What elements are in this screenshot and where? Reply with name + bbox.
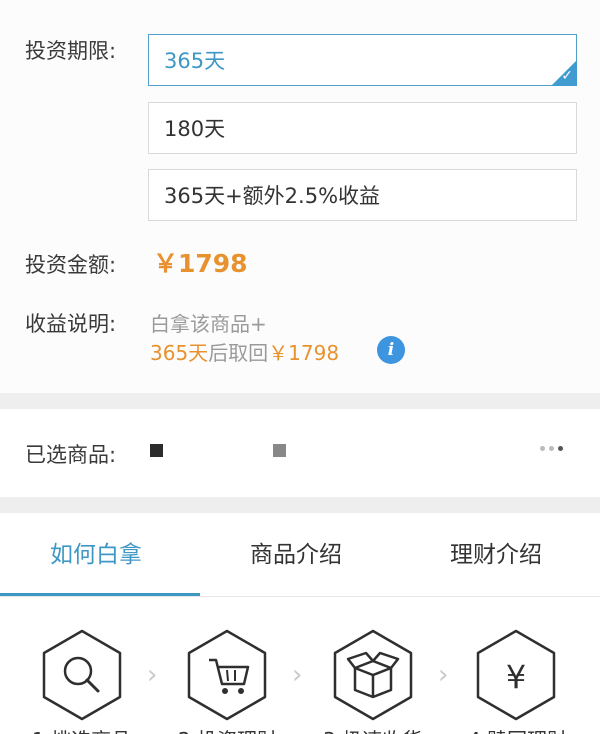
term-option-365-bonus-text: 365天+额外2.5%收益 bbox=[164, 184, 381, 208]
section-divider bbox=[0, 393, 600, 409]
investment-form: 投资期限: 365天 ✓ 180天 365天+额外2.5%收益 投资金额: ￥1… bbox=[0, 0, 600, 393]
note-amount: ￥1798 bbox=[268, 341, 340, 365]
note-days: 365天 bbox=[150, 341, 209, 365]
chevron-right-icon: › bbox=[438, 660, 449, 690]
goods-label: 已选商品: bbox=[25, 443, 117, 467]
step-label-3: 3.极速收货 bbox=[323, 724, 422, 734]
chevron-right-icon: › bbox=[292, 660, 303, 690]
cart-icon bbox=[187, 629, 267, 721]
amount-value: ￥1798 bbox=[153, 249, 248, 278]
term-option-365[interactable]: 365天 ✓ bbox=[148, 34, 577, 86]
steps-flow: › › › ¥ 1.挑选商品 2.投资理财 3.极速收货 4.赎回理财 bbox=[0, 598, 600, 734]
term-option-365-text: 365天 bbox=[164, 49, 226, 73]
tab-how-to[interactable]: 如何白拿 bbox=[50, 535, 142, 569]
chevron-right-icon: › bbox=[147, 660, 158, 690]
active-tab-indicator bbox=[0, 593, 200, 596]
note-label: 收益说明: bbox=[25, 312, 117, 336]
search-icon bbox=[42, 629, 122, 721]
note-retrieve: 后取回 bbox=[208, 341, 269, 365]
tab-bar: 如何白拿 商品介绍 理财介绍 bbox=[0, 513, 600, 597]
goods-swatch-dark bbox=[150, 444, 163, 457]
tab-product-intro[interactable]: 商品介绍 bbox=[250, 535, 342, 569]
check-icon: ✓ bbox=[561, 68, 573, 84]
step-label-1: 1.挑选商品 bbox=[32, 724, 131, 734]
tab-finance-intro[interactable]: 理财介绍 bbox=[450, 535, 542, 569]
section-divider bbox=[0, 497, 600, 513]
term-option-180-text: 180天 bbox=[164, 117, 226, 141]
note-line-1: 白拿该商品+ bbox=[150, 312, 267, 336]
box-icon bbox=[333, 629, 413, 721]
term-label: 投资期限: bbox=[25, 39, 117, 63]
note-line-2: 365天后取回￥1798 bbox=[150, 337, 339, 366]
term-option-180[interactable]: 180天 bbox=[148, 102, 577, 154]
step-label-4: 4.赎回理财 bbox=[468, 724, 567, 734]
svg-text:¥: ¥ bbox=[506, 658, 526, 696]
step-label-2: 2.投资理财 bbox=[178, 724, 277, 734]
amount-label: 投资金额: bbox=[25, 253, 117, 277]
yen-icon: ¥ bbox=[476, 629, 556, 721]
goods-swatch-gray bbox=[273, 444, 286, 457]
more-icon[interactable] bbox=[540, 446, 563, 451]
info-icon[interactable]: i bbox=[377, 336, 405, 364]
term-option-365-bonus[interactable]: 365天+额外2.5%收益 bbox=[148, 169, 577, 221]
selected-goods-row[interactable]: 已选商品: bbox=[0, 409, 600, 497]
